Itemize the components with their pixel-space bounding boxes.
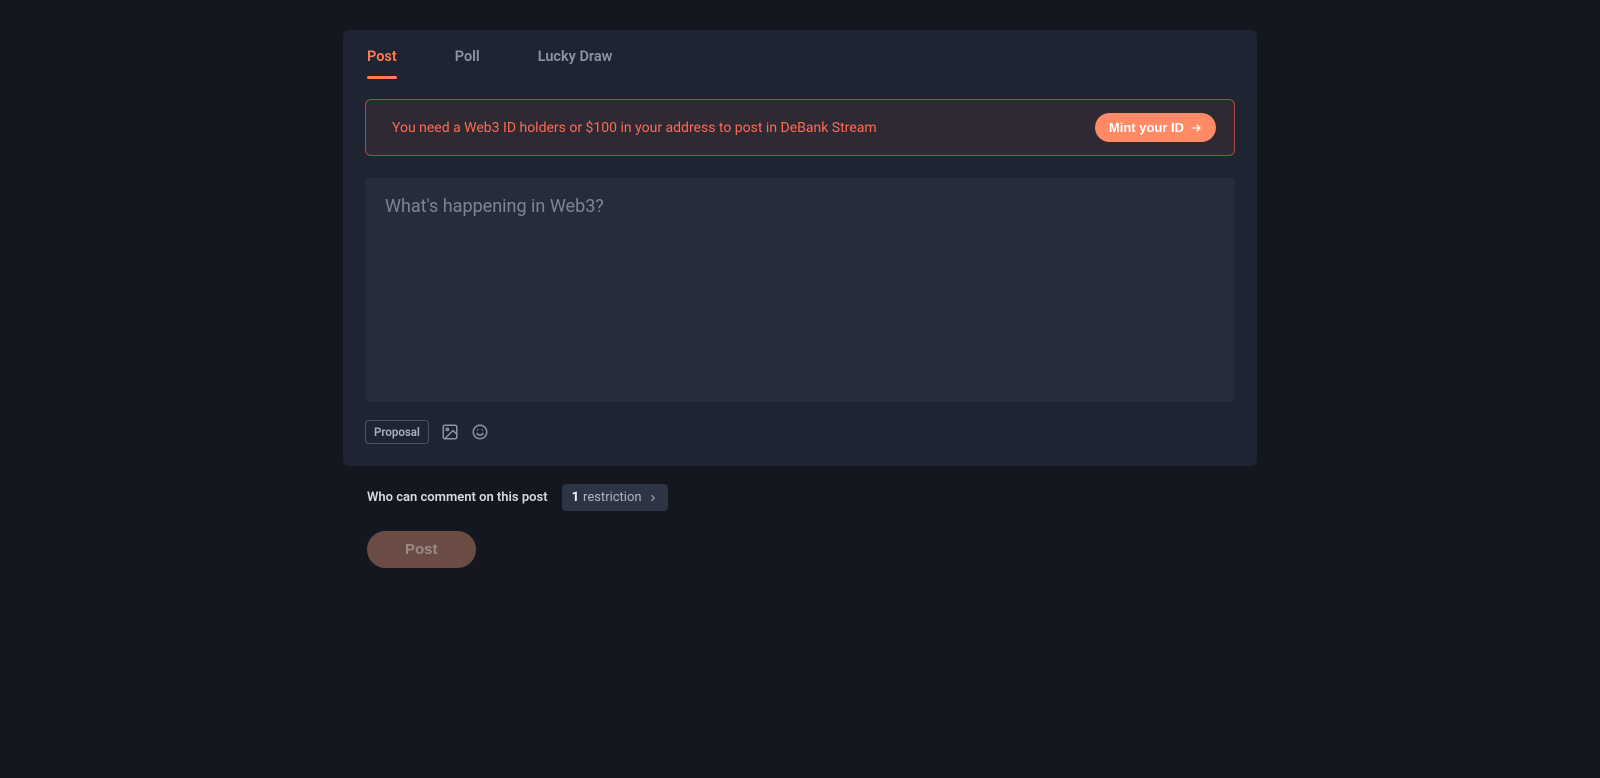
mint-id-button[interactable]: Mint your ID bbox=[1095, 113, 1216, 142]
composer-card: Post Poll Lucky Draw You need a Web3 ID … bbox=[343, 30, 1257, 466]
proposal-chip[interactable]: Proposal bbox=[365, 420, 429, 444]
mint-id-label: Mint your ID bbox=[1109, 120, 1184, 135]
image-icon[interactable] bbox=[441, 423, 459, 441]
post-button[interactable]: Post bbox=[367, 531, 476, 568]
composer-tabs: Post Poll Lucky Draw bbox=[343, 30, 1257, 79]
restriction-count: 1 bbox=[572, 490, 579, 505]
comment-control-row: Who can comment on this post 1 restricti… bbox=[367, 484, 1233, 511]
warning-text: You need a Web3 ID holders or $100 in yo… bbox=[392, 120, 877, 136]
composer-tool-row: Proposal bbox=[343, 402, 1257, 466]
tab-poll[interactable]: Poll bbox=[455, 48, 480, 79]
tab-lucky-draw[interactable]: Lucky Draw bbox=[538, 48, 613, 79]
warning-bar: You need a Web3 ID holders or $100 in yo… bbox=[365, 99, 1235, 156]
restriction-text: restriction bbox=[583, 490, 642, 505]
composer-textarea-wrap bbox=[365, 178, 1235, 402]
restriction-chip[interactable]: 1 restriction bbox=[562, 484, 668, 511]
composer-footer: Who can comment on this post 1 restricti… bbox=[343, 484, 1257, 568]
chevron-right-icon bbox=[648, 488, 658, 507]
tab-post[interactable]: Post bbox=[367, 48, 397, 79]
comment-control-label: Who can comment on this post bbox=[367, 490, 548, 505]
emoji-icon[interactable] bbox=[471, 423, 489, 441]
arrow-right-icon bbox=[1190, 122, 1202, 134]
composer-textarea[interactable] bbox=[385, 196, 1215, 380]
